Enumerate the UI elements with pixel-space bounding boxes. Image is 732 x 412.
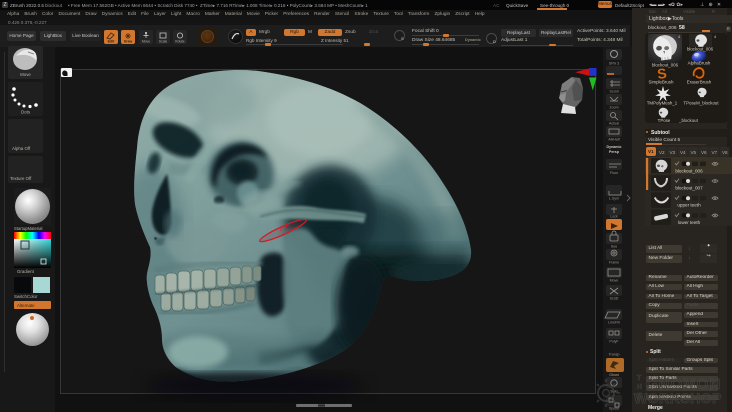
svg-text:TPoseM_blockout: TPoseM_blockout [683,100,719,105]
svg-text:Solo: Solo [610,390,617,394]
svg-text:V3: V3 [669,149,675,154]
svg-text:Lock: Lock [610,215,618,219]
svg-text:lower teeth: lower teeth [678,220,701,225]
svg-text:blockout_006: blockout_006 [675,168,703,173]
svg-text:Scroll: Scroll [610,90,619,94]
svg-text:Floor: Floor [610,171,619,175]
svg-text:Sc3D: Sc3D [610,297,619,301]
svg-text:Zoom: Zoom [609,106,618,110]
svg-text:Scale: Scale [159,40,168,44]
svg-text:Actual: Actual [609,122,619,126]
svg-text:upper teeth: upper teeth [677,203,701,208]
svg-text:Transp: Transp [608,353,619,357]
svg-text:V4: V4 [680,149,686,154]
svg-text:SimpleBrush: SimpleBrush [649,79,674,84]
svg-text:V2: V2 [659,149,665,154]
svg-text:L.Sym: L.Sym [609,197,619,201]
svg-text:Ghost: Ghost [609,373,619,377]
svg-text:AlphaBrush: AlphaBrush [688,60,711,65]
svg-text:V5: V5 [690,149,696,154]
svg-text:Edit: Edit [108,40,116,44]
svg-text:Persp: Persp [609,150,620,154]
svg-text:V7: V7 [711,149,717,154]
svg-text:Move: Move [20,72,31,77]
svg-text:Dots: Dots [21,110,31,115]
svg-text:4: 4 [714,34,717,39]
svg-text:PolyF: PolyF [609,340,619,344]
svg-text:Move: Move [142,40,150,44]
svg-text:blockout_006: blockout_006 [687,46,714,51]
svg-text:Dynamic: Dynamic [607,145,622,149]
svg-text:Move: Move [610,279,619,283]
svg-text:_blockout: _blockout [678,118,699,123]
svg-text:Draw: Draw [124,40,133,44]
svg-text:V8: V8 [722,149,728,154]
svg-text:V6: V6 [701,149,707,154]
svg-text:TPose: TPose [658,118,671,123]
svg-text:LineFill: LineFill [608,321,620,325]
svg-text:AAHalf: AAHalf [608,138,619,142]
svg-text:See: See [611,245,617,249]
svg-text:EraserBrush: EraserBrush [687,79,712,84]
svg-text:SPix 3: SPix 3 [609,62,619,66]
svg-text:blockout_007: blockout_007 [675,186,703,191]
svg-text:Frame: Frame [609,261,619,265]
svg-text:Rotate: Rotate [175,40,185,44]
svg-text:TMPolyMesh_1: TMPolyMesh_1 [647,100,678,105]
